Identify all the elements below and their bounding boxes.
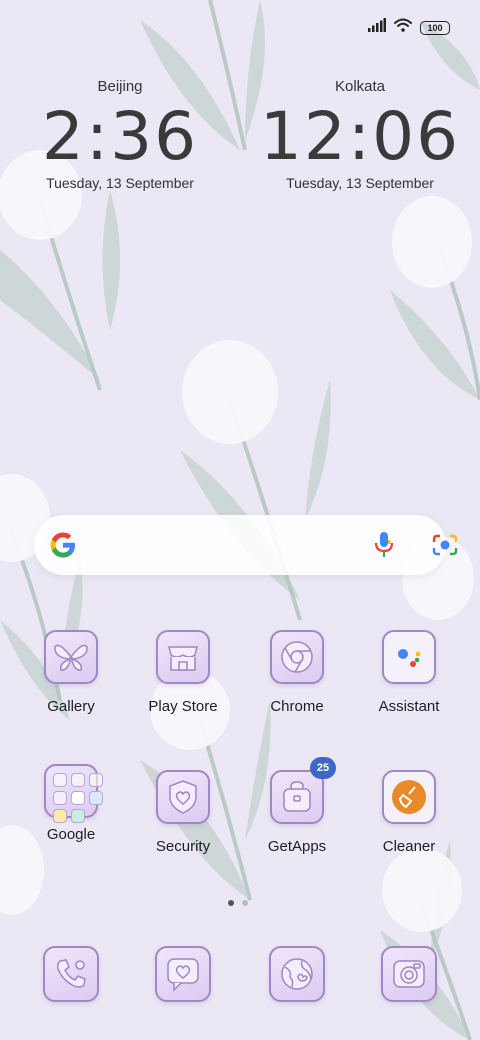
signal-icon xyxy=(368,18,386,37)
notification-badge: 25 xyxy=(310,757,336,779)
app-cleaner[interactable]: Cleaner xyxy=(354,770,464,855)
app-security[interactable]: Security xyxy=(128,770,238,855)
folder-app-icon xyxy=(71,773,85,787)
folder-app-icon xyxy=(89,791,103,805)
broom-icon xyxy=(382,770,436,824)
clock-time: 2:36 xyxy=(41,98,199,175)
app-label: Cleaner xyxy=(382,838,436,855)
app-label: Play Store xyxy=(148,698,218,715)
shield-heart-icon xyxy=(156,770,210,824)
message-heart-icon xyxy=(155,946,211,1002)
dock-messages[interactable] xyxy=(128,946,238,1002)
wifi-icon xyxy=(394,18,412,37)
store-icon xyxy=(156,630,210,684)
folder-app-icon xyxy=(71,791,85,805)
app-label: Gallery xyxy=(47,698,95,715)
app-label: GetApps xyxy=(267,838,327,855)
page-indicator xyxy=(228,900,248,906)
folder-app-icon xyxy=(71,809,85,823)
battery-icon: 100 xyxy=(420,20,450,35)
chrome-icon xyxy=(270,630,324,684)
clock-time: 12:06 xyxy=(259,98,461,175)
bag-icon: 25 xyxy=(270,757,336,824)
dock-browser[interactable] xyxy=(242,946,352,1002)
assistant-icon xyxy=(382,630,436,684)
browser-globe-icon xyxy=(269,946,325,1002)
folder-app-icon xyxy=(89,773,103,787)
dock-phone[interactable] xyxy=(16,946,126,1002)
dock-camera[interactable] xyxy=(354,946,464,1002)
app-folder-google[interactable]: Google xyxy=(16,764,126,843)
folder-icon xyxy=(44,764,103,823)
folder-app-icon xyxy=(53,809,67,823)
butterfly-icon xyxy=(44,630,98,684)
app-getapps[interactable]: 25 GetApps xyxy=(242,757,352,855)
page-dot xyxy=(242,900,248,906)
clock-widget-kolkata[interactable]: Kolkata 12:06 Tuesday, 13 September xyxy=(240,78,480,191)
app-label: Chrome xyxy=(270,698,324,715)
app-chrome[interactable]: Chrome xyxy=(242,630,352,715)
page-dot-active xyxy=(228,900,234,906)
app-play-store[interactable]: Play Store xyxy=(128,630,238,715)
clock-date: Tuesday, 13 September xyxy=(46,175,194,191)
folder-app-icon xyxy=(53,791,67,805)
clock-city: Kolkata xyxy=(334,78,386,95)
clock-date: Tuesday, 13 September xyxy=(286,175,434,191)
clock-widget-beijing[interactable]: Beijing 2:36 Tuesday, 13 September xyxy=(0,78,240,191)
google-logo-icon xyxy=(48,530,78,565)
camera-icon xyxy=(381,946,437,1002)
app-label: Assistant xyxy=(378,698,440,715)
folder-app-icon xyxy=(53,773,67,787)
app-assistant[interactable]: Assistant xyxy=(354,630,464,715)
google-search-bar[interactable] xyxy=(34,515,458,575)
app-label: Google xyxy=(46,826,96,843)
clock-city: Beijing xyxy=(97,78,143,95)
status-bar: 100 xyxy=(368,18,450,37)
phone-icon xyxy=(43,946,99,1002)
microphone-icon[interactable] xyxy=(374,531,394,564)
app-label: Security xyxy=(155,838,211,855)
app-gallery[interactable]: Gallery xyxy=(16,630,126,715)
google-lens-icon[interactable] xyxy=(432,533,458,562)
